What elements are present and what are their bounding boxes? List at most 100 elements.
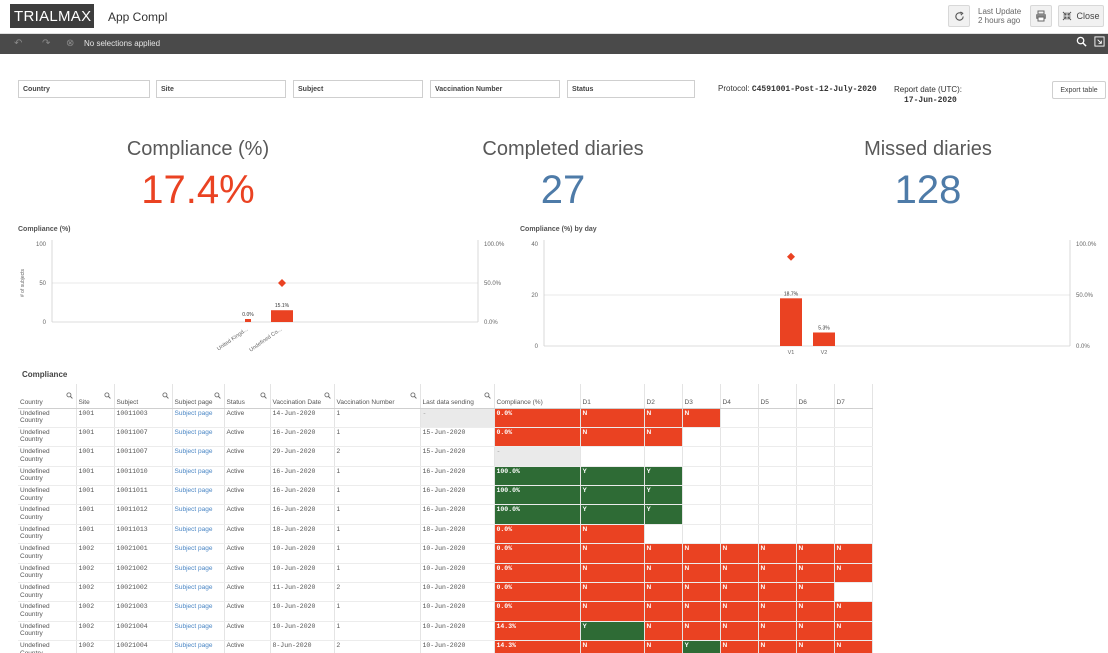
filter-subject[interactable]: Subject [293,80,423,98]
last-data-sending-cell: 10-Jun-2020 [420,543,495,564]
no-selections-text: No selections applied [84,39,161,48]
day-1-cell: N [580,408,645,428]
day-4-cell [720,427,759,448]
close-button[interactable]: Close [1058,5,1104,27]
subject-cell: 10011010 [114,466,173,487]
column-search-icon[interactable] [259,392,267,400]
vaccination-date-cell: 10-Jun-2020 [270,563,335,584]
column-search-icon[interactable] [409,392,417,400]
day-4-cell: N [720,640,759,653]
compliance-cell: 0.0% [494,563,581,584]
subject-page-link[interactable]: Subject page [172,485,225,506]
day-6-cell [796,427,835,448]
column-header-d6[interactable]: D6 [796,384,835,409]
vaccination-date-cell: 10-Jun-2020 [270,621,335,642]
day-7-cell: N [834,601,873,622]
site-cell: 1002 [76,543,115,564]
subject-page-link[interactable]: Subject page [172,466,225,487]
search-icon[interactable] [1076,36,1087,50]
column-header-country[interactable]: Country [18,384,77,409]
day-2-cell: Y [644,485,683,506]
subject-page-link[interactable]: Subject page [172,621,225,642]
column-header-vaccination-number[interactable]: Vaccination Number [334,384,421,409]
column-header-subject-page[interactable]: Subject page [172,384,225,409]
filter-country[interactable]: Country [18,80,150,98]
print-button[interactable] [1030,5,1052,27]
column-header-label: Vaccination Number [336,398,395,406]
site-cell: 1002 [76,601,115,622]
column-header-d7[interactable]: D7 [834,384,873,409]
column-header-d5[interactable]: D5 [758,384,797,409]
country-cell: Undefined Country [18,524,77,545]
step-forward-icon[interactable]: ↷ [42,38,50,49]
site-cell: 1001 [76,427,115,448]
filter-site[interactable]: Site [156,80,286,98]
column-search-icon[interactable] [65,392,73,400]
smart-search-icon[interactable] [1094,36,1105,50]
day-6-cell: N [796,601,835,622]
filter-vaccination-number[interactable]: Vaccination Number [430,80,560,98]
compliance-by-day-chart[interactable]: 40 100.0% 20 50.0% 0 0.0% 18.7% V1 5.3% V2 [520,236,1106,366]
day-7-cell [834,524,873,545]
day-3-cell: N [682,563,721,584]
day-3-cell [682,466,721,487]
last-data-sending-cell: 16-Jun-2020 [420,485,495,506]
day-2-cell: N [644,408,683,428]
column-header-compliance-[interactable]: Compliance (%) [494,384,581,409]
export-table-button[interactable]: Export table [1052,81,1106,99]
left-tick-label: 20 [531,293,538,299]
column-header-d3[interactable]: D3 [682,384,721,409]
column-header-d2[interactable]: D2 [644,384,683,409]
subject-page-link[interactable]: Subject page [172,543,225,564]
subject-page-link[interactable]: Subject page [172,504,225,525]
right-tick-label: 50.0% [1076,293,1094,299]
day-4-cell: N [720,601,759,622]
subject-page-link[interactable]: Subject page [172,446,225,467]
clear-selections-icon[interactable]: ⊗ [66,38,74,49]
status-cell: Active [224,543,271,564]
column-header-site[interactable]: Site [76,384,115,409]
column-search-icon[interactable] [323,392,331,400]
subject-page-link[interactable]: Subject page [172,408,225,428]
day-6-cell: N [796,640,835,653]
reload-button[interactable] [948,5,970,27]
last-update-text: Last Update 2 hours ago [978,7,1021,25]
vaccination-date-cell: 10-Jun-2020 [270,601,335,622]
day-1-cell: N [580,601,645,622]
column-header-last-data-sending[interactable]: Last data sending [420,384,495,409]
subject-page-link[interactable]: Subject page [172,582,225,603]
table-row: Undefined Country 1001 10011010 Subject pag… [18,466,873,487]
column-search-icon[interactable] [213,392,221,400]
left-tick-label: 0 [43,320,47,326]
column-header-status[interactable]: Status [224,384,271,409]
subject-page-link[interactable]: Subject page [172,427,225,448]
column-header-vaccination-date[interactable]: Vaccination Date [270,384,335,409]
subject-page-link[interactable]: Subject page [172,640,225,653]
compliance-chart[interactable]: 100 100.0% 50 50.0% 0 0.0% # of subjects 0.0% Un… [14,236,514,376]
filter-status[interactable]: Status [567,80,695,98]
column-search-icon[interactable] [103,392,111,400]
column-header-label: Subject [116,398,139,406]
day-6-cell [796,504,835,525]
day-3-cell: N [682,408,721,428]
day-3-cell [682,427,721,448]
day-5-cell: N [758,582,797,603]
column-search-icon[interactable] [161,392,169,400]
subject-page-link[interactable]: Subject page [172,524,225,545]
column-header-d1[interactable]: D1 [580,384,645,409]
day-3-cell: N [682,621,721,642]
column-header-d4[interactable]: D4 [720,384,759,409]
step-back-icon[interactable]: ↶ [14,38,22,49]
day-7-cell [834,427,873,448]
subject-page-link[interactable]: Subject page [172,563,225,584]
vaccination-date-cell: 11-Jun-2020 [270,582,335,603]
vaccination-number-cell: 1 [334,543,421,564]
subject-cell: 10011012 [114,504,173,525]
column-search-icon[interactable] [483,392,491,400]
column-header-subject[interactable]: Subject [114,384,173,409]
last-update-line1: Last Update [978,7,1022,16]
vaccination-number-cell: 1 [334,601,421,622]
day-7-cell [834,446,873,467]
subject-page-link[interactable]: Subject page [172,601,225,622]
subject-cell: 10021004 [114,640,173,653]
